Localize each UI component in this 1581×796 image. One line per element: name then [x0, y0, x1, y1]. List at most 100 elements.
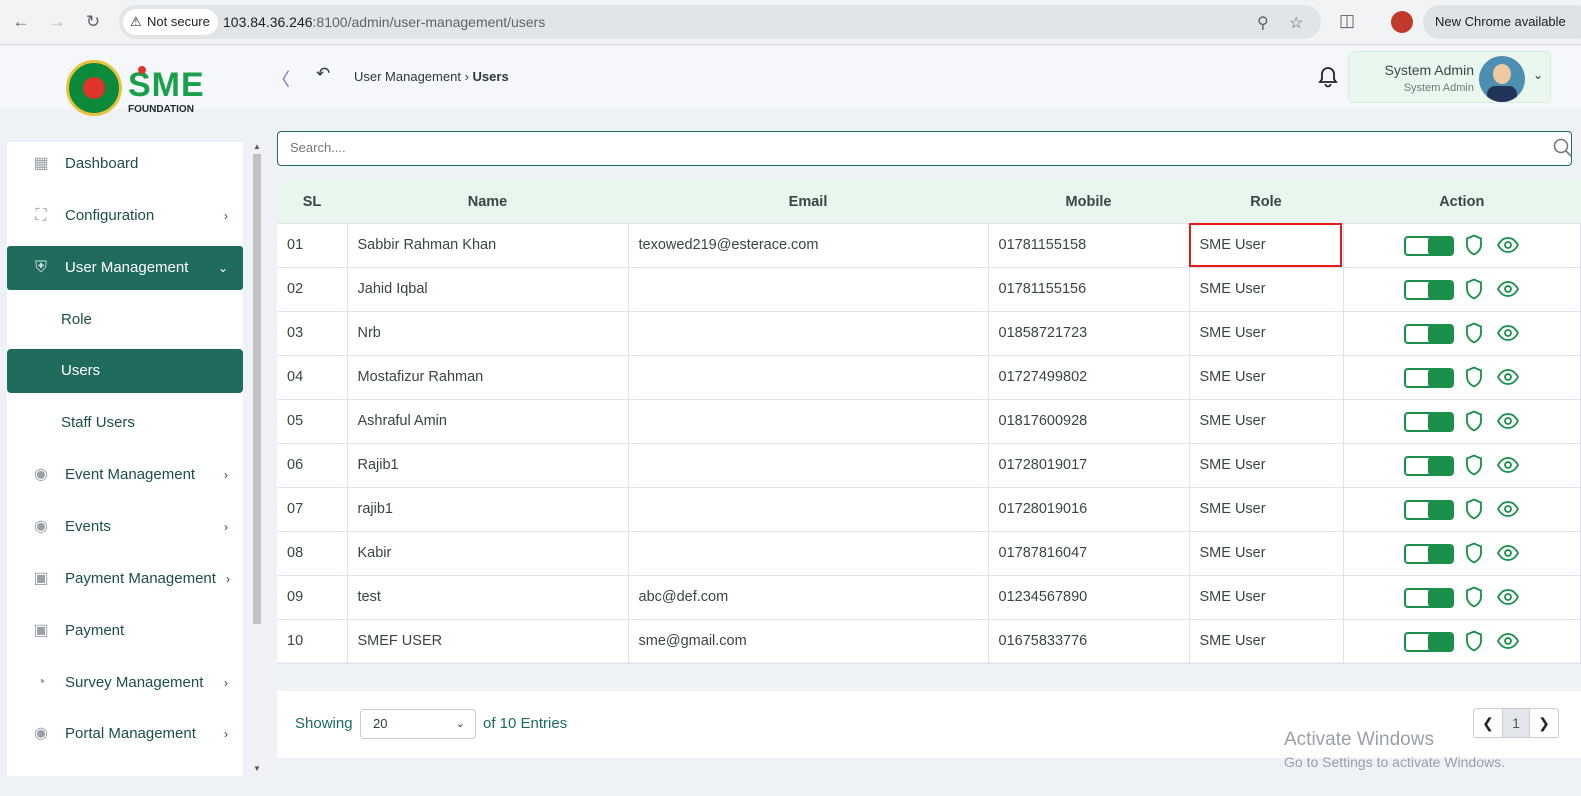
search-icon[interactable]	[1553, 138, 1573, 163]
table-row: 04 Mostafizur Rahman 01727499802 SME User	[277, 354, 1581, 400]
forward-arrow-icon[interactable]: →	[47, 12, 67, 32]
shield-icon[interactable]	[1465, 322, 1483, 344]
eye-icon[interactable]	[1496, 544, 1519, 561]
shield-icon[interactable]	[1465, 586, 1483, 608]
cell-name: Ashraful Amin	[346, 398, 629, 444]
eye-icon[interactable]	[1496, 632, 1519, 649]
sidebar-scrollbar[interactable]: ▲ ▼	[250, 142, 264, 776]
sidebar-subitem-role[interactable]: Role	[7, 298, 243, 342]
status-toggle[interactable]	[1403, 279, 1454, 300]
status-toggle[interactable]	[1403, 367, 1454, 388]
shield-icon[interactable]	[1465, 542, 1483, 564]
sidebar-item-dashboard[interactable]: ▦ Dashboard	[7, 142, 243, 186]
cell-mobile: 01675833776	[987, 618, 1190, 664]
breadcrumb-parent[interactable]: User Management	[354, 69, 461, 84]
sidebar-item-payment-management[interactable]: ▣ Payment Management ›	[7, 557, 243, 601]
cell-action	[1342, 222, 1581, 268]
sidebar-item-survey-management[interactable]: ◔ Survey Management ›	[7, 661, 243, 705]
undo-back-icon[interactable]: ↶	[316, 64, 330, 84]
shield-icon[interactable]	[1465, 454, 1483, 476]
sidebar-item-user-management[interactable]: ⛨ User Management ⌄	[7, 246, 243, 290]
page-size-select[interactable]: 20 ⌄	[360, 709, 476, 739]
header-email: Email	[628, 181, 988, 223]
eye-icon[interactable]	[1496, 324, 1519, 341]
next-page-icon[interactable]: ❯	[1530, 709, 1558, 737]
pie-icon: ◔	[36, 674, 46, 691]
status-toggle[interactable]	[1403, 631, 1454, 652]
eye-icon[interactable]	[1496, 280, 1519, 297]
sidebar-item-portal-management[interactable]: ◉ Portal Management ›	[7, 712, 243, 756]
payment-icon: ▣	[33, 622, 49, 639]
status-toggle[interactable]	[1403, 411, 1454, 432]
main-content: SL Name Email Mobile Role Action 01Sabbi…	[268, 109, 1581, 796]
shield-icon[interactable]	[1465, 630, 1483, 652]
eye-icon[interactable]	[1496, 412, 1519, 429]
eye-icon[interactable]	[1496, 588, 1519, 605]
status-toggle[interactable]	[1403, 543, 1454, 564]
sidebar-subitem-staff-users[interactable]: Staff Users	[7, 401, 243, 445]
status-toggle[interactable]	[1403, 587, 1454, 608]
bell-icon[interactable]	[1318, 66, 1338, 93]
prev-page-icon[interactable]: ❮	[1474, 709, 1502, 737]
user-menu[interactable]: System Admin System Admin ⌄	[1348, 51, 1551, 103]
cell-action	[1342, 530, 1581, 576]
sidebar-subitem-users[interactable]: Users	[7, 349, 243, 393]
eye-icon[interactable]	[1496, 368, 1519, 385]
cell-email	[627, 442, 989, 488]
sidebar-item-events[interactable]: ◉ Events ›	[7, 505, 243, 549]
sme-logo[interactable]: SME FOUNDATION	[66, 60, 206, 120]
search-input[interactable]	[290, 140, 1490, 155]
status-toggle[interactable]	[1403, 499, 1454, 520]
reload-icon[interactable]: ↻	[83, 12, 103, 32]
status-toggle[interactable]	[1403, 235, 1454, 256]
cell-name: Rajib1	[346, 442, 629, 488]
cell-sl: 07	[277, 486, 348, 532]
page-number[interactable]: 1	[1502, 709, 1530, 737]
top-header: SME FOUNDATION 〈 ↶ User Management › Use…	[0, 46, 1581, 116]
eye-icon[interactable]	[1496, 456, 1519, 473]
search-box[interactable]	[277, 131, 1573, 166]
table-row: 08 Kabir 01787816047 SME User	[277, 530, 1581, 576]
cell-action	[1342, 266, 1581, 312]
status-toggle[interactable]	[1403, 323, 1454, 344]
status-toggle[interactable]	[1403, 455, 1454, 476]
table-row: 06 Rajib1 01728019017 SME User	[277, 442, 1581, 488]
cell-sl: 05	[277, 398, 348, 444]
browser-toolbar: ← → ↻ ⚠ Not secure 103.84.36.246:8100/adm…	[0, 0, 1581, 45]
cell-mobile: 01728019016	[987, 486, 1190, 532]
sidebar-item-event-management[interactable]: ◉ Event Management ›	[7, 453, 243, 497]
cell-email	[627, 398, 989, 444]
lock-circle-icon: ◉	[34, 466, 48, 483]
scroll-down-icon[interactable]: ▼	[253, 764, 261, 773]
scrollbar-thumb[interactable]	[253, 154, 261, 624]
extensions-icon[interactable]: ◫	[1339, 11, 1355, 31]
eye-icon[interactable]	[1496, 500, 1519, 517]
star-icon[interactable]: ☆	[1289, 13, 1303, 33]
chevron-down-icon: ⌄	[455, 718, 465, 730]
breadcrumb: User Management › Users	[354, 69, 509, 84]
shield-icon[interactable]	[1465, 278, 1483, 300]
scroll-up-icon[interactable]: ▲	[253, 142, 261, 151]
cell-role: SME User	[1188, 442, 1344, 488]
sidebar-item-configuration[interactable]: ⛶ Configuration ›	[7, 194, 243, 238]
address-bar[interactable]: ⚠ Not secure 103.84.36.246:8100/admin/use…	[119, 5, 1321, 39]
back-arrow-icon[interactable]: ←	[11, 12, 31, 32]
cell-name: Jahid Iqbal	[346, 266, 629, 312]
cell-action	[1342, 486, 1581, 532]
pagination: ❮ 1 ❯	[1473, 708, 1559, 738]
new-chrome-button[interactable]: New Chrome available	[1423, 5, 1581, 39]
sidebar: ▦ Dashboard ⛶ Configuration › ⛨ User Man…	[7, 142, 243, 776]
sidebar-item-payment[interactable]: ▣ Payment	[7, 609, 243, 653]
shield-icon[interactable]	[1465, 366, 1483, 388]
zoom-icon[interactable]: ⚲	[1257, 13, 1269, 33]
shield-icon[interactable]	[1465, 498, 1483, 520]
shield-icon[interactable]	[1465, 234, 1483, 256]
windows-watermark-title: Activate Windows	[1284, 729, 1434, 750]
collapse-sidebar-icon[interactable]: 〈	[272, 66, 290, 92]
shield-icon[interactable]	[1465, 410, 1483, 432]
security-chip[interactable]: ⚠ Not secure	[123, 9, 218, 35]
cell-name: Sabbir Rahman Khan	[346, 222, 629, 268]
cell-action	[1342, 574, 1581, 620]
eye-icon[interactable]	[1496, 236, 1519, 253]
profile-avatar[interactable]	[1391, 11, 1413, 33]
